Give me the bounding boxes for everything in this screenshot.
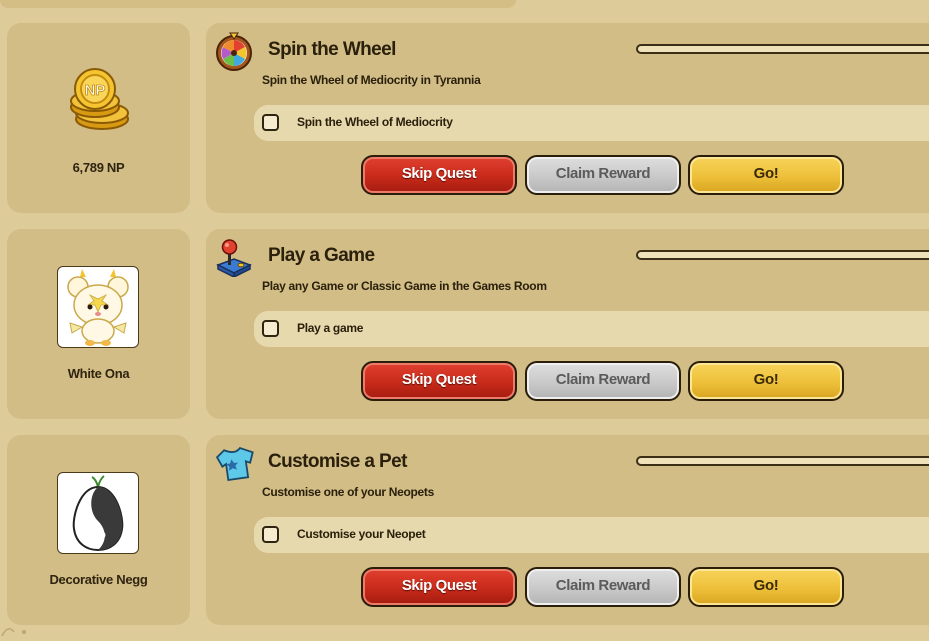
task-item: Spin the Wheel of Mediocrity [254, 105, 929, 141]
white-ona-petpet-image [57, 266, 139, 348]
quest-description: Customise one of your Neopets [262, 485, 434, 499]
quest-progress-bar [636, 44, 929, 54]
claim-reward-button[interactable]: Claim Reward [525, 155, 681, 195]
claim-reward-button[interactable]: Claim Reward [525, 361, 681, 401]
decorative-negg-image [57, 472, 139, 554]
shirt-icon [214, 443, 254, 483]
task-checkbox[interactable] [262, 114, 279, 131]
joystick-icon [214, 237, 254, 279]
task-checkbox[interactable] [262, 320, 279, 337]
svg-text:NP: NP [85, 82, 106, 99]
claim-reward-button[interactable]: Claim Reward [525, 567, 681, 607]
quest-row: White Ona Play a Game Play any Game or C… [0, 229, 929, 419]
reward-card: Decorative Negg [7, 435, 190, 625]
quest-description: Play any Game or Classic Game in the Gam… [262, 279, 547, 293]
task-label: Spin the Wheel of Mediocrity [297, 115, 453, 129]
go-button[interactable]: Go! [688, 155, 844, 195]
np-coins-icon: NP [65, 67, 131, 137]
reward-card: NP 6,789 NP [7, 23, 190, 213]
quest-row: NP 6,789 NP Spin the Wheel Spin the Whee… [0, 23, 929, 213]
go-button[interactable]: Go! [688, 567, 844, 607]
task-label: Customise your Neopet [297, 527, 426, 541]
quest-progress-bar [636, 456, 929, 466]
reward-label: Decorative Negg [49, 572, 148, 587]
quest-card: Play a Game Play any Game or Classic Gam… [206, 229, 929, 419]
reward-label: White Ona [67, 366, 130, 381]
skip-quest-button[interactable]: Skip Quest [361, 567, 517, 607]
skip-quest-button[interactable]: Skip Quest [361, 361, 517, 401]
quest-description: Spin the Wheel of Mediocrity in Tyrannia [262, 73, 481, 87]
quest-title: Customise a Pet [268, 451, 407, 472]
task-item: Play a game [254, 311, 929, 347]
quest-card: Spin the Wheel Spin the Wheel of Mediocr… [206, 23, 929, 213]
quest-card: Customise a Pet Customise one of your Ne… [206, 435, 929, 625]
task-item: Customise your Neopet [254, 517, 929, 553]
task-checkbox[interactable] [262, 526, 279, 543]
go-button[interactable]: Go! [688, 361, 844, 401]
previous-row-edge [0, 0, 516, 8]
prize-wheel-icon [214, 31, 254, 71]
task-label: Play a game [297, 321, 364, 335]
quest-progress-bar [636, 250, 929, 260]
quest-row: Decorative Negg Customise a Pet Customis… [0, 435, 929, 625]
reward-label: 6,789 NP [72, 160, 125, 175]
reward-card: White Ona [7, 229, 190, 419]
skip-quest-button[interactable]: Skip Quest [361, 155, 517, 195]
quest-title: Spin the Wheel [268, 39, 396, 60]
corner-decoration [0, 620, 30, 638]
quest-title: Play a Game [268, 245, 375, 266]
